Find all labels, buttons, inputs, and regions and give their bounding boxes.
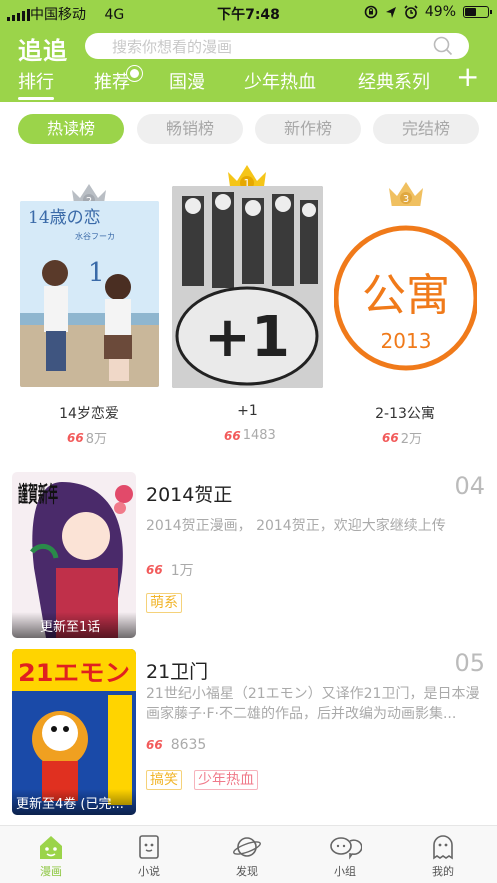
svg-text:21エモン: 21エモン bbox=[18, 659, 130, 687]
chip-bestseller[interactable]: 畅销榜 bbox=[137, 114, 243, 144]
svg-text:2013: 2013 bbox=[381, 329, 432, 353]
list-item[interactable]: 21エモン 更新至4卷 (已完... 21卫门 05 21世纪小福星（21エモン… bbox=[0, 649, 497, 819]
update-label: 更新至4卷 (已完... bbox=[12, 789, 136, 815]
update-label: 更新至1话 bbox=[12, 612, 136, 638]
flame-icon: 66 bbox=[146, 738, 163, 752]
tag-shounen[interactable]: 少年热血 bbox=[194, 770, 258, 790]
manga-home-icon bbox=[40, 836, 62, 859]
item-desc: 21世纪小福星（21エモン）又译作21卫门，是日本漫画家藤子·F·不二雄的作品，… bbox=[146, 686, 480, 722]
screen-lock-icon bbox=[364, 5, 378, 19]
svg-text:+1: +1 bbox=[204, 305, 290, 370]
chip-hot[interactable]: 热读榜 bbox=[18, 114, 124, 144]
cover-14sui[interactable]: 14歳の恋 水谷フーカ 1 bbox=[20, 201, 159, 387]
item-rank: 04 bbox=[454, 472, 485, 500]
app-logo: 追追 bbox=[18, 37, 68, 65]
tab-ranking[interactable]: 排行 bbox=[18, 68, 54, 100]
search-placeholder[interactable]: 搜索你想看的漫画 bbox=[112, 36, 232, 57]
svg-text:3: 3 bbox=[403, 194, 409, 205]
tab-classic[interactable]: 经典系列 bbox=[358, 68, 430, 94]
podium-title-2[interactable]: 14岁恋爱 bbox=[0, 403, 178, 423]
alarm-icon bbox=[404, 5, 418, 19]
nav-me[interactable]: 我的 bbox=[413, 832, 473, 879]
item-title[interactable]: 2014贺正 bbox=[146, 480, 232, 507]
item-hot: 66 1万 bbox=[146, 563, 194, 579]
tab-fade bbox=[435, 68, 449, 98]
cover-plus1[interactable]: +1 bbox=[172, 186, 323, 388]
flame-icon: 66 bbox=[67, 430, 84, 445]
search-icon[interactable] bbox=[433, 36, 453, 56]
chat-bubbles-icon bbox=[330, 837, 362, 860]
battery-percent: 49% bbox=[424, 4, 456, 20]
ghost-profile-icon bbox=[433, 835, 453, 860]
svg-text:公寓: 公寓 bbox=[362, 270, 450, 321]
header: 追追 搜索你想看的漫画 排行 推荐 国漫 少年热血 经典系列 + bbox=[0, 26, 497, 102]
tab-domestic[interactable]: 国漫 bbox=[169, 68, 205, 94]
podium-hot-1: 66 1483 bbox=[224, 428, 276, 443]
nav-manga[interactable]: 漫画 bbox=[21, 832, 81, 879]
podium-hot-2: 66 8万 bbox=[67, 430, 107, 448]
chip-new[interactable]: 新作榜 bbox=[255, 114, 361, 144]
tab-shounen[interactable]: 少年热血 bbox=[244, 68, 316, 94]
cover-213-apartment[interactable]: 公寓 2013 bbox=[334, 206, 477, 386]
flame-icon: 66 bbox=[382, 430, 399, 445]
tag-funny[interactable]: 搞笑 bbox=[146, 770, 182, 790]
item-title[interactable]: 21卫门 bbox=[146, 657, 208, 684]
location-icon bbox=[385, 6, 396, 18]
recommend-badge-icon bbox=[127, 66, 142, 81]
svg-text:14歳の恋: 14歳の恋 bbox=[28, 207, 101, 228]
search-bar[interactable]: 搜索你想看的漫画 bbox=[85, 33, 469, 59]
podium-title-1[interactable]: +1 bbox=[172, 403, 323, 419]
cover-plus1-art: +1 bbox=[172, 186, 323, 388]
app-root: 中国移动 4G 下午7:48 49% 追追 搜索你想看的漫画 排行 推荐 国漫 … bbox=[0, 0, 497, 883]
tag-cute[interactable]: 萌系 bbox=[146, 593, 182, 613]
battery-icon bbox=[463, 6, 492, 18]
status-right: 49% bbox=[364, 4, 492, 20]
svg-text:1: 1 bbox=[88, 258, 105, 288]
svg-text:謹賀新年: 謹賀新年 bbox=[18, 482, 58, 508]
cover-21emon[interactable]: 21エモン 更新至4卷 (已完... bbox=[12, 649, 136, 815]
flame-icon: 66 bbox=[224, 428, 241, 443]
cover-14sui-art: 14歳の恋 水谷フーカ 1 bbox=[20, 201, 159, 387]
add-tab-icon[interactable]: + bbox=[456, 63, 479, 91]
list-item[interactable]: 謹賀新年 更新至1话 2014贺正 04 2014贺正漫画， 2014贺正，欢迎… bbox=[0, 472, 497, 642]
planet-icon bbox=[233, 837, 261, 857]
item-rank: 05 bbox=[454, 649, 485, 677]
item-desc: 2014贺正漫画， 2014贺正，欢迎大家继续上传 bbox=[146, 518, 446, 534]
podium-hot-3: 66 2万 bbox=[382, 430, 422, 448]
chip-finished[interactable]: 完结榜 bbox=[373, 114, 479, 144]
status-bar: 中国移动 4G 下午7:48 49% bbox=[0, 0, 497, 26]
category-tabs: 排行 推荐 国漫 少年热血 经典系列 bbox=[0, 66, 497, 102]
book-icon bbox=[139, 835, 159, 859]
flame-icon: 66 bbox=[146, 563, 163, 577]
svg-text:水谷フーカ: 水谷フーカ bbox=[75, 231, 115, 241]
cover-213-art: 公寓 2013 bbox=[334, 206, 477, 386]
bottom-nav: 漫画 小说 发现 小组 我的 bbox=[0, 825, 497, 883]
cover-2014[interactable]: 謹賀新年 更新至1话 bbox=[12, 472, 136, 638]
nav-discover[interactable]: 发现 bbox=[217, 832, 277, 879]
podium-title-3[interactable]: 2-13公寓 bbox=[330, 403, 480, 423]
nav-group[interactable]: 小组 bbox=[315, 832, 375, 879]
nav-novel[interactable]: 小说 bbox=[119, 832, 179, 879]
item-hot: 66 8635 bbox=[146, 737, 207, 753]
tab-recommend[interactable]: 推荐 bbox=[94, 66, 142, 94]
